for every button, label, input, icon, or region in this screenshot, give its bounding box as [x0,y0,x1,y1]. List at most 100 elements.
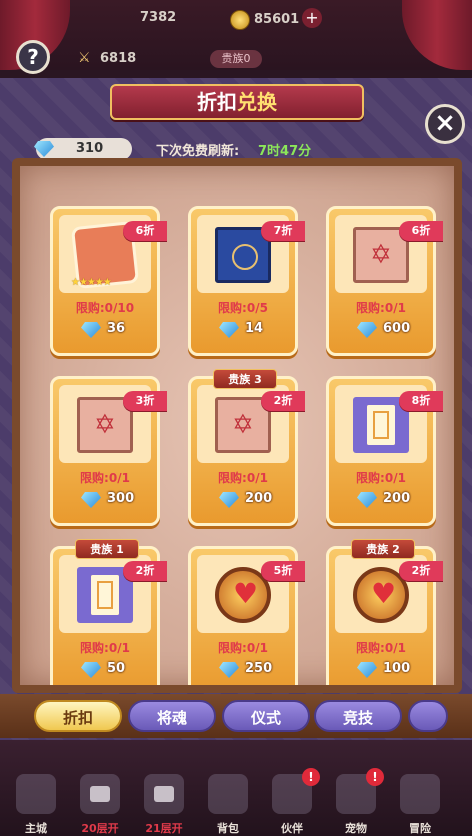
shop-card[interactable]: ★★★★★ 6折 限购:0/10 36 [50,206,167,356]
item-cost: 300 [107,491,135,506]
item-cost: 250 [245,661,273,676]
close-button[interactable]: × [425,104,465,144]
shop-card[interactable]: 7折限购:0/5 14 [188,206,305,356]
nav-label: 宠物 [345,822,367,835]
lock-icon [154,786,174,802]
purchase-limit: 限购:0/1 [218,641,268,655]
title-part-a: 折扣 [197,90,237,114]
shop-card[interactable]: 5折限购:0/1 250 [188,546,305,685]
lock-icon [90,786,110,802]
nav-label: 冒险 [409,822,431,835]
diamond-icon [34,141,54,157]
diamond-icon [219,492,239,508]
tab-2[interactable]: 仪式 [222,700,310,732]
shop-card[interactable]: 2折贵族 2 限购:0/1 100 [326,539,443,685]
title-part-b: 兑换 [237,90,277,114]
diamond-icon [357,662,377,678]
price-box: 限购:0/5 14 [199,297,287,349]
discount-badge: 8折 [399,391,443,411]
nav-label: 20层开 [81,822,119,835]
noble-rank-badge[interactable]: 贵族0 [210,50,262,68]
tab-0[interactable]: 折扣 [34,700,122,732]
shop-board: ★★★★★6折限购:0/10367折限购:0/5146折限购:0/16003折限… [12,158,462,693]
tab-1[interactable]: 将魂 [128,700,216,732]
stat-value: 7382 [140,10,177,25]
tab-3[interactable]: 竞技 [314,700,402,732]
discount-badge: 2折 [261,391,305,411]
purchase-limit: 限购:0/1 [356,301,406,315]
discount-badge: 3折 [123,391,167,411]
tab-more[interactable] [408,700,448,732]
nav-icon [16,774,56,814]
purchase-limit: 限购:0/1 [218,471,268,485]
shop-card[interactable]: 3折限购:0/1 300 [50,376,167,526]
nav-item[interactable]: ! 伙伴 [264,744,320,835]
noble-requirement-badge: 贵族 2 [351,539,415,559]
gold-coin-icon [230,10,250,30]
purchase-limit: 限购:0/1 [80,641,130,655]
nav-label: 背包 [217,822,239,835]
discount-badge: 6折 [399,221,443,241]
help-button[interactable]: ? [16,40,50,74]
diamond-icon [219,322,239,338]
item-cost: 100 [383,661,411,676]
gold-amount: 85601 [254,12,300,27]
nav-item[interactable]: ! 宠物 [328,744,384,835]
diamond-icon [357,322,377,338]
discount-badge: 6折 [123,221,167,241]
discount-badge: 7折 [261,221,305,241]
nav-icon [400,774,440,814]
nav-item[interactable]: 21层开 [136,744,192,835]
item-cost: 600 [383,321,411,336]
item-cost: 200 [245,491,273,506]
nav-label: 伙伴 [281,822,303,835]
shop-card[interactable]: 2折贵族 3 限购:0/1 200 [188,369,305,526]
discount-badge: 2折 [123,561,167,581]
purchase-limit: 限购:0/5 [218,301,268,315]
price-box: 限购:0/1 200 [337,467,425,519]
purchase-limit: 限购:0/1 [356,471,406,485]
price-box: 限购:0/1 600 [337,297,425,349]
item-cost: 36 [107,321,126,336]
add-gold-icon[interactable]: + [302,8,322,28]
diamond-icon [357,492,377,508]
discount-badge: 2折 [399,561,443,581]
price-box: 限购:0/1 250 [199,637,287,685]
refresh-label: 下次免费刷新: [156,144,240,159]
nav-item[interactable]: 20层开 [72,744,128,835]
shop-card[interactable]: 2折 贵族 1 限购:0/1 50 [50,539,167,685]
purchase-limit: 限购:0/10 [75,301,135,315]
price-box: 限购:0/1 200 [199,467,287,519]
nav-item[interactable]: 主城 [8,744,64,835]
diamond-icon [81,662,101,678]
item-cost: 200 [383,491,411,506]
modal-title: 折扣兑换 [110,84,364,120]
noble-requirement-badge: 贵族 1 [75,539,139,559]
shop-card[interactable]: 8折限购:0/1 200 [326,376,443,526]
purchase-limit: 限购:0/1 [356,641,406,655]
gem-balance-value: 310 [76,141,104,156]
nav-item[interactable]: 背包 [200,744,256,835]
alert-badge: ! [302,768,320,786]
shop-card[interactable]: 6折限购:0/1 600 [326,206,443,356]
diamond-icon [81,322,101,338]
refresh-time: 7时47分 [258,144,312,159]
price-box: 限购:0/1 50 [61,637,149,685]
nav-label: 21层开 [145,822,183,835]
nav-item[interactable]: 冒险 [392,744,448,835]
purchase-limit: 限购:0/1 [80,471,130,485]
crossed-swords-icon: ⚔ [78,50,91,66]
discount-badge: 5折 [261,561,305,581]
price-box: 限购:0/1 300 [61,467,149,519]
diamond-icon [81,492,101,508]
top-status-bar: 7382 85601 + ⚔ 6818 贵族0 [0,0,472,70]
power-value: 6818 [100,51,137,66]
nav-icon [208,774,248,814]
nav-label: 主城 [25,822,47,835]
price-box: 限购:0/10 36 [61,297,149,349]
item-cost: 14 [245,321,264,336]
price-box: 限购:0/1 100 [337,637,425,685]
item-cost: 50 [107,661,126,676]
diamond-icon [219,662,239,678]
noble-requirement-badge: 贵族 3 [213,369,277,389]
